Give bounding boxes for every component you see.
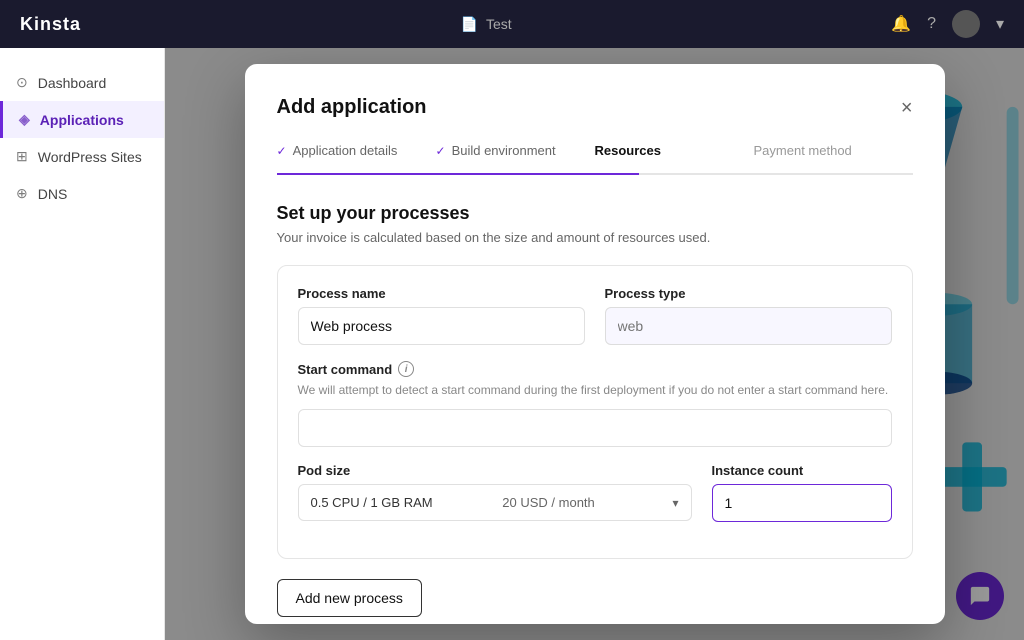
section-subtitle: Your invoice is calculated based on the … [277, 230, 913, 245]
form-group-pod-size: Pod size 0.5 CPU / 1 GB RAM 20 USD / mon… [298, 463, 692, 522]
check-icon: ✓ [277, 144, 287, 158]
process-type-label: Process type [605, 286, 892, 301]
sidebar: ⊙ Dashboard ◈ Applications ⊞ WordPress S… [0, 48, 165, 640]
pod-size-value: 0.5 CPU / 1 GB RAM [311, 495, 433, 510]
pod-size-label: Pod size [298, 463, 692, 478]
wordpress-icon: ⊞ [16, 148, 28, 165]
process-type-input[interactable] [605, 307, 892, 345]
close-button[interactable]: × [901, 98, 913, 118]
add-new-process-button[interactable]: Add new process [277, 579, 422, 617]
process-card: Process name Process type Start co [277, 265, 913, 559]
modal: Add application × ✓ Application details … [245, 64, 945, 624]
stepper: ✓ Application details ✓ Build environmen… [277, 143, 913, 175]
start-command-hint: We will attempt to detect a start comman… [298, 383, 892, 397]
modal-header: Add application × [277, 96, 913, 119]
process-name-label: Process name [298, 286, 585, 301]
start-command-input[interactable] [298, 409, 892, 447]
help-icon[interactable]: ? [927, 15, 936, 33]
instance-count-input[interactable] [712, 484, 892, 522]
pod-price: 20 USD / month [502, 495, 595, 510]
applications-icon: ◈ [19, 111, 30, 128]
project-name: Test [486, 16, 512, 32]
sidebar-item-label: Applications [40, 112, 124, 128]
sidebar-item-dns[interactable]: ⊕ DNS [0, 175, 164, 212]
sidebar-item-dashboard[interactable]: ⊙ Dashboard [0, 64, 164, 101]
main-content: ⊙ Dashboard ◈ Applications ⊞ WordPress S… [0, 48, 1024, 640]
modal-overlay: Add application × ✓ Application details … [165, 48, 1024, 640]
form-group-process-name: Process name [298, 286, 585, 345]
dns-icon: ⊕ [16, 185, 28, 202]
step-label: Payment method [754, 143, 852, 158]
start-command-label: Start command i [298, 361, 892, 377]
step-label: Build environment [452, 143, 556, 158]
app-shell: Kinsta 📄 Test 🔔 ? ▾ ⊙ Dashboard ◈ Applic… [0, 0, 1024, 640]
page-area: Add application × ✓ Application details … [165, 48, 1024, 640]
sidebar-item-applications[interactable]: ◈ Applications [0, 101, 164, 138]
chevron-down-icon: ▾ [672, 496, 678, 510]
check-icon: ✓ [436, 144, 446, 158]
sidebar-item-wordpress[interactable]: ⊞ WordPress Sites [0, 138, 164, 175]
modal-title: Add application [277, 96, 427, 119]
bell-icon[interactable]: 🔔 [891, 14, 911, 34]
top-bar-right: 🔔 ? ▾ [891, 10, 1004, 38]
form-group-instance-count: Instance count [712, 463, 892, 522]
top-bar-center: 📄 Test [461, 16, 512, 33]
step-label: Application details [293, 143, 398, 158]
instance-count-label: Instance count [712, 463, 892, 478]
document-icon: 📄 [461, 16, 478, 33]
process-name-input[interactable] [298, 307, 585, 345]
sidebar-item-label: WordPress Sites [38, 149, 142, 165]
step-label: Resources [595, 143, 661, 158]
avatar[interactable] [952, 10, 980, 38]
chevron-down-icon: ▾ [996, 14, 1004, 34]
top-bar: Kinsta 📄 Test 🔔 ? ▾ [0, 0, 1024, 48]
step-payment-method: Payment method [754, 143, 913, 158]
sidebar-item-label: DNS [38, 186, 68, 202]
stepper-line-active [277, 173, 640, 175]
dashboard-icon: ⊙ [16, 74, 28, 91]
step-build-environment: ✓ Build environment [436, 143, 595, 158]
sidebar-item-label: Dashboard [38, 75, 107, 91]
form-group-process-type: Process type [605, 286, 892, 345]
form-row-pod: Pod size 0.5 CPU / 1 GB RAM 20 USD / mon… [298, 463, 892, 522]
form-row-process: Process name Process type [298, 286, 892, 345]
step-application-details: ✓ Application details [277, 143, 436, 158]
info-icon: i [398, 361, 414, 377]
logo: Kinsta [20, 14, 81, 35]
step-resources: Resources [595, 143, 754, 158]
pod-size-select[interactable]: 0.5 CPU / 1 GB RAM 20 USD / month ▾ [298, 484, 692, 521]
section-title: Set up your processes [277, 203, 913, 224]
form-group-start-command: Start command i We will attempt to detec… [298, 361, 892, 447]
